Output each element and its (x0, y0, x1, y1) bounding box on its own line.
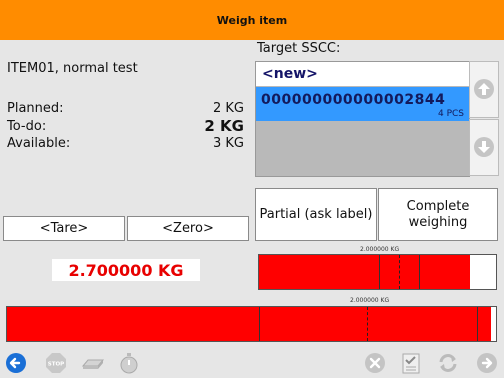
current-weight-value: 2.700000 KG (68, 260, 184, 280)
bar-tick (259, 307, 260, 341)
stop-icon[interactable]: STOP (45, 352, 67, 374)
arrow-down-icon (474, 137, 494, 157)
tare-button[interactable]: <Tare> (3, 216, 125, 241)
available-value: 3 KG (212, 136, 244, 151)
back-arrow-icon[interactable] (5, 352, 27, 374)
target-weight-label: 2.000000 KG (360, 246, 400, 253)
partial-button-label: Partial (ask label) (259, 206, 373, 222)
forward-arrow-icon[interactable] (476, 352, 498, 374)
weight-progress-bar-large (6, 306, 497, 342)
zero-button[interactable]: <Zero> (127, 216, 249, 241)
planned-label: Planned: (7, 101, 64, 116)
page-title: Weigh item (216, 13, 288, 27)
refresh-icon[interactable] (437, 352, 459, 374)
bar-tick (379, 255, 380, 289)
target-marker (399, 255, 400, 289)
sscc-item-code: <new> (262, 66, 318, 82)
sscc-title: Target SSCC: (257, 41, 341, 56)
todo-label: To-do: (7, 119, 47, 134)
available-label: Available: (7, 136, 71, 151)
cancel-icon[interactable] (364, 352, 386, 374)
bar-tick (419, 255, 420, 289)
complete-button-label: Complete weighing (406, 198, 470, 230)
scroll-down-button[interactable] (469, 119, 499, 176)
weight-progress-bar (258, 254, 497, 290)
sscc-item-selected[interactable]: 000000000000002844 4 PCS (256, 87, 469, 121)
complete-weighing-button[interactable]: Complete weighing (378, 188, 498, 241)
svg-text:STOP: STOP (48, 362, 64, 368)
sscc-item-qty: 4 PCS (437, 109, 464, 119)
target-marker (367, 307, 368, 341)
planned-value: 2 KG (212, 101, 244, 116)
sscc-list: <new> 000000000000002844 4 PCS (255, 61, 470, 177)
todo-value: 2 KG (204, 117, 244, 135)
title-bar: Weigh item (0, 0, 504, 40)
sscc-item-new[interactable]: <new> (256, 62, 469, 86)
scroll-up-button[interactable] (469, 61, 499, 118)
zero-button-label: <Zero> (162, 220, 214, 236)
target-weight-label-bottom: 2.000000 KG (350, 297, 390, 304)
bar-tick (477, 307, 478, 341)
checklist-icon[interactable] (400, 352, 422, 374)
arrow-up-icon (474, 79, 494, 99)
tare-button-label: <Tare> (39, 220, 89, 236)
partial-button[interactable]: Partial (ask label) (255, 188, 377, 241)
current-weight: 2.700000 KG (52, 259, 200, 281)
item-name: ITEM01, normal test (7, 61, 138, 76)
stopwatch-icon[interactable] (118, 352, 140, 374)
weight-progress-fill-large (7, 307, 492, 341)
sscc-item-code: 000000000000002844 (261, 92, 446, 108)
scale-icon[interactable] (80, 352, 106, 374)
weight-progress-fill (259, 255, 470, 289)
